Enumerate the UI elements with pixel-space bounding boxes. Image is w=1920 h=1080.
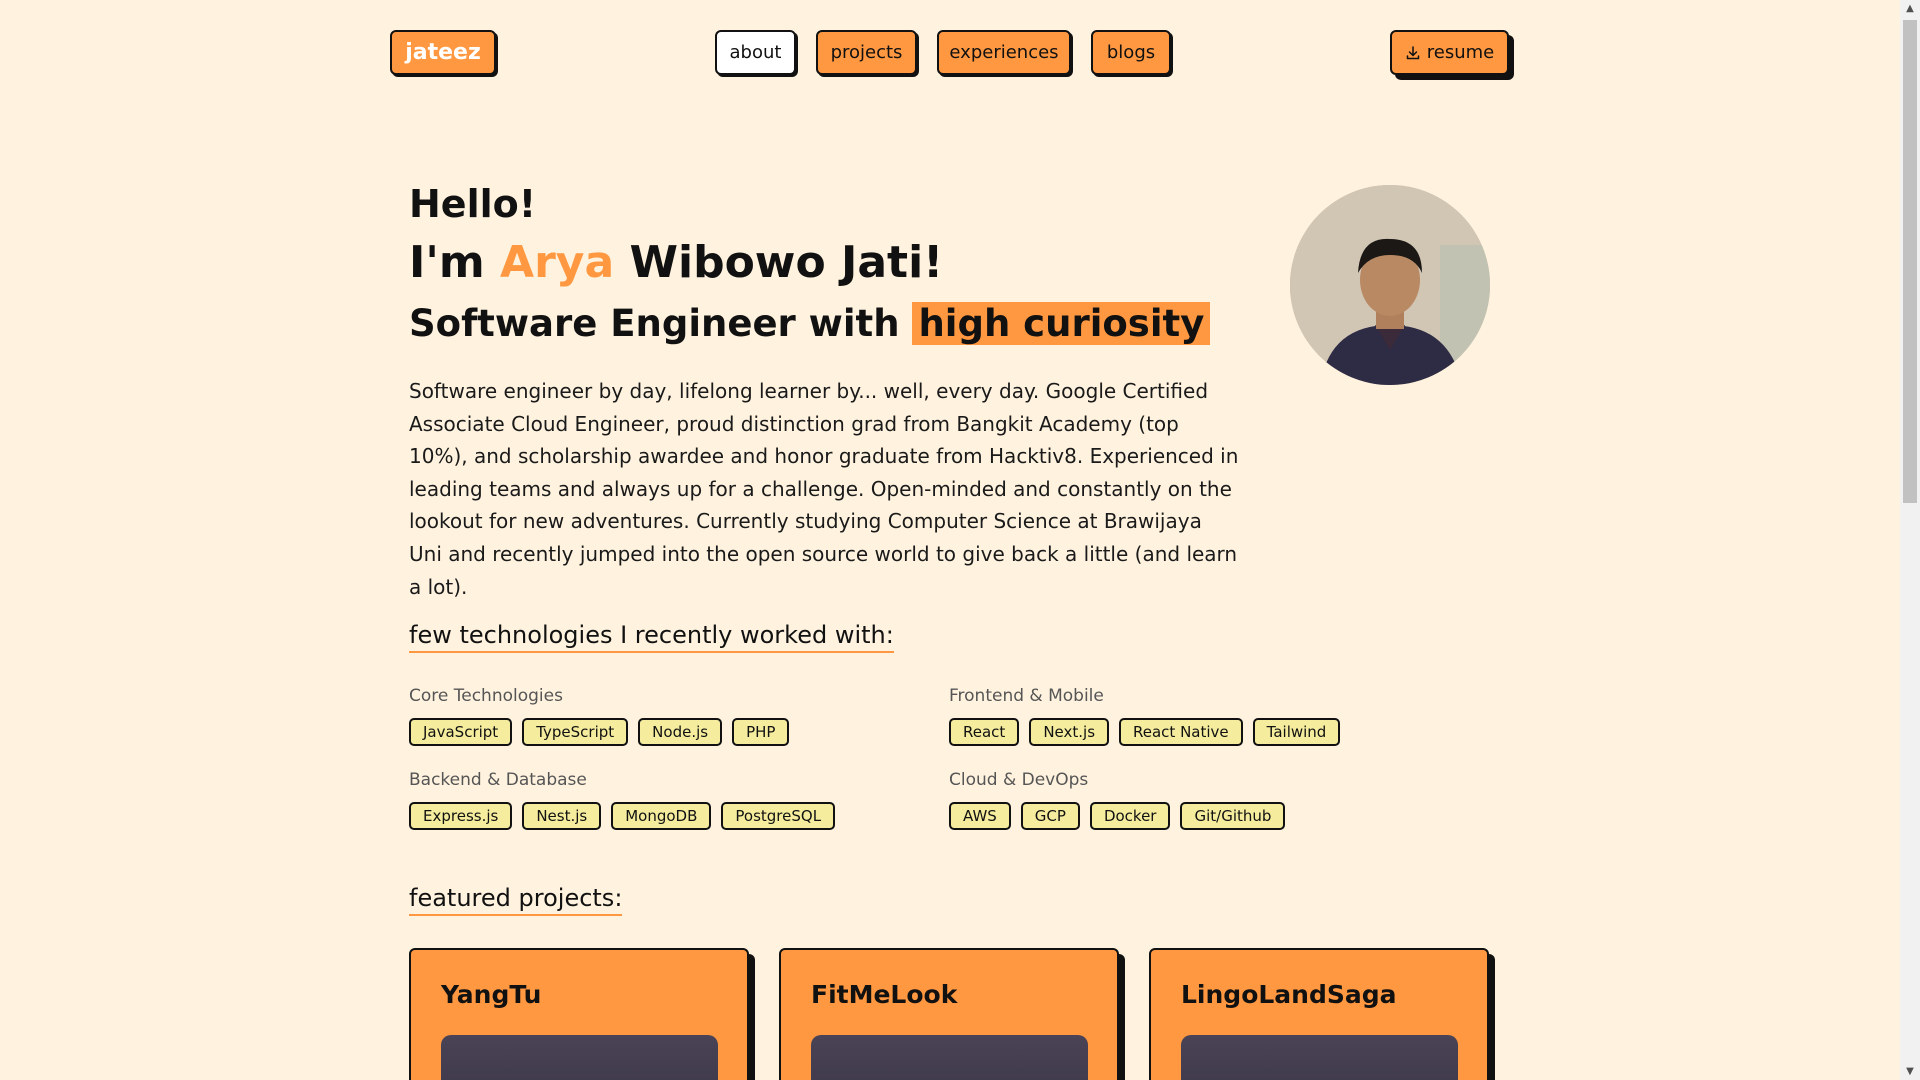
projects-heading: featured projects: — [409, 884, 623, 916]
tech-group-backend: Backend & Database Express.js Nest.js Mo… — [409, 770, 836, 830]
tech-group-label: Cloud & DevOps — [949, 770, 1089, 790]
project-title: LingoLandSaga — [1181, 980, 1397, 1009]
project-card-fitmelook[interactable]: FitMeLook — [779, 948, 1119, 1080]
technologies-heading: few technologies I recently worked with: — [409, 621, 894, 653]
tech-tag: Tailwind — [1252, 718, 1341, 746]
tech-tag: MongoDB — [611, 802, 712, 830]
tech-tag: React Native — [1119, 718, 1243, 746]
tech-tag: AWS — [949, 802, 1011, 830]
nav-experiences[interactable]: experiences — [937, 30, 1071, 75]
bio-paragraph: Software engineer by day, lifelong learn… — [409, 379, 1239, 599]
tagline-highlight: high curiosity — [912, 302, 1211, 345]
scrollbar-thumb[interactable] — [1903, 20, 1917, 503]
avatar-photo — [1290, 185, 1490, 385]
project-thumbnail — [441, 1035, 718, 1080]
nav-about[interactable]: about — [715, 30, 796, 75]
name-first: Arya — [500, 237, 615, 288]
name-rest: Wibowo Jati! — [614, 237, 944, 288]
project-thumbnail — [811, 1035, 1088, 1080]
tech-group-core: Core Technologies JavaScript TypeScript … — [409, 686, 790, 746]
tech-tag: Nest.js — [522, 802, 602, 830]
tech-tag: Next.js — [1029, 718, 1110, 746]
tech-tag: PHP — [732, 718, 790, 746]
tech-group-frontend: Frontend & Mobile React Next.js React Na… — [949, 686, 1341, 746]
greeting: Hello! — [409, 182, 537, 226]
project-thumbnail — [1181, 1035, 1458, 1080]
resume-button[interactable]: resume — [1390, 30, 1509, 75]
name-prefix: I'm — [409, 237, 501, 288]
tech-tag: GCP — [1020, 802, 1080, 830]
tech-tag: React — [949, 718, 1020, 746]
tech-tag: Git/Github — [1180, 802, 1286, 830]
tech-tag: JavaScript — [409, 718, 513, 746]
project-title: YangTu — [441, 980, 542, 1009]
tech-tag: Node.js — [638, 718, 723, 746]
tagline-prefix: Software Engineer with — [409, 302, 913, 345]
portfolio-page: jateez about projects experiences blogs … — [0, 0, 1900, 1080]
tech-tag: TypeScript — [522, 718, 629, 746]
scroll-up-arrow-icon[interactable]: ▲ — [1900, 0, 1920, 17]
project-card-lingolandsaga[interactable]: LingoLandSaga — [1149, 948, 1489, 1080]
download-icon — [1406, 45, 1419, 59]
tech-tag: Docker — [1089, 802, 1171, 830]
tech-tag: Express.js — [409, 802, 513, 830]
nav-projects[interactable]: projects — [816, 30, 917, 75]
tech-tag: PostgreSQL — [721, 802, 836, 830]
tech-group-label: Frontend & Mobile — [949, 686, 1104, 706]
resume-label: resume — [1426, 42, 1495, 63]
avatar — [1290, 185, 1490, 385]
tagline: Software Engineer with high curiosity — [409, 302, 1211, 345]
logo-button[interactable]: jateez — [390, 30, 496, 75]
project-card-yangtu[interactable]: YangTu — [409, 948, 749, 1080]
page-scrollbar[interactable]: ▲ ▼ — [1900, 0, 1920, 1080]
tech-group-label: Backend & Database — [409, 770, 587, 790]
scroll-down-arrow-icon[interactable]: ▼ — [1900, 1063, 1920, 1080]
nav-blogs[interactable]: blogs — [1091, 30, 1171, 75]
tech-group-label: Core Technologies — [409, 686, 563, 706]
name-heading: I'm Arya Wibowo Jati! — [409, 237, 943, 288]
project-title: FitMeLook — [811, 980, 958, 1009]
tech-group-cloud: Cloud & DevOps AWS GCP Docker Git/Github — [949, 770, 1286, 830]
